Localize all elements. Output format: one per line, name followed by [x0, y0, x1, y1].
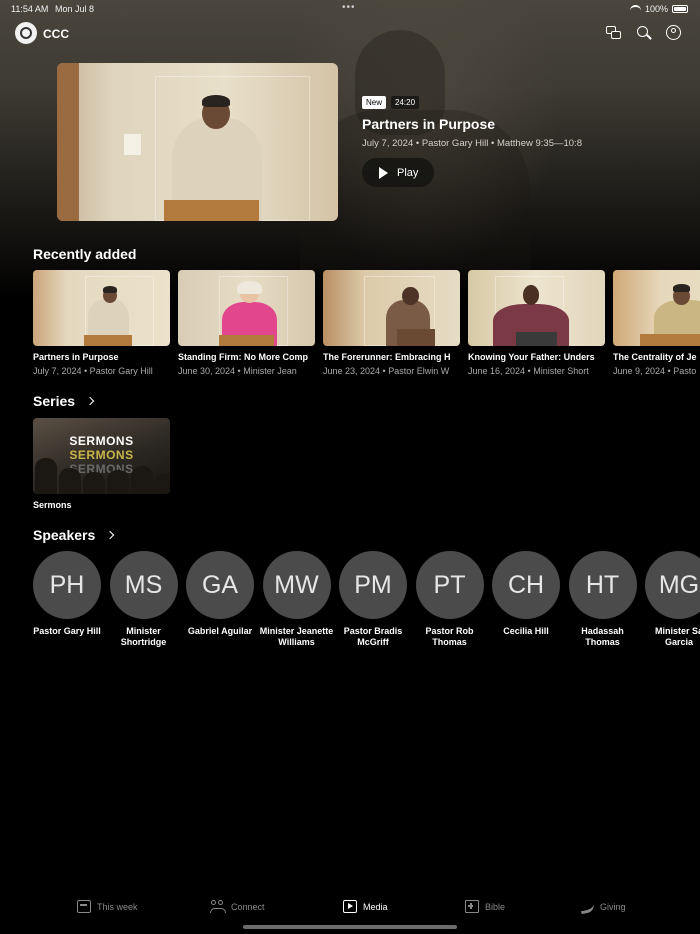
speaker-name: Minister Shortridge: [120, 626, 167, 647]
recent-video-card[interactable]: The Forerunner: Embracing H June 23, 202…: [323, 270, 460, 376]
video-title: The Centrality of Je: [613, 352, 697, 362]
avatar[interactable]: MW: [262, 551, 331, 619]
recent-video-card[interactable]: Knowing Your Father: Unders June 16, 202…: [468, 270, 605, 376]
video-thumbnail[interactable]: [468, 270, 605, 346]
people-icon: [210, 900, 226, 913]
new-badge: New: [362, 96, 387, 109]
tab-connect[interactable]: Connect: [210, 900, 265, 913]
featured-title[interactable]: Partners in Purpose: [362, 116, 495, 132]
video-meta: June 23, 2024 • Pastor Elwin W: [323, 366, 450, 376]
chat-icon[interactable]: [606, 25, 622, 41]
avatar[interactable]: PT: [415, 551, 484, 619]
speaker-name: Gabriel Aguilar: [187, 626, 253, 636]
chevron-right-icon: [85, 396, 95, 406]
speaker-item[interactable]: HT Hadassah Thomas: [568, 551, 637, 648]
status-time: 11:54 AM: [11, 4, 49, 14]
bible-icon: [465, 900, 479, 913]
video-meta: July 7, 2024 • Pastor Gary Hill: [33, 366, 153, 376]
recent-video-card[interactable]: Partners in Purpose July 7, 2024 • Pasto…: [33, 270, 170, 376]
speaker-item[interactable]: MG Minister Sa Garcia: [645, 551, 700, 648]
avatar[interactable]: MG: [645, 551, 700, 619]
app-title: CCC: [43, 27, 69, 41]
play-label: Play: [397, 166, 419, 179]
speakers-list: PH Pastor Gary Hill MS Minister Shortrid…: [33, 551, 700, 648]
video-meta: June 9, 2024 • Pasto: [613, 366, 697, 376]
video-title: Partners in Purpose: [33, 352, 119, 362]
speakers-heading[interactable]: Speakers: [33, 527, 115, 543]
speaker-name: Cecilia Hill: [503, 626, 549, 636]
tab-bible[interactable]: Bible: [465, 900, 505, 913]
series-artwork[interactable]: SERMONS SERMONS SERMONS: [33, 418, 170, 494]
speaker-item[interactable]: GA Gabriel Aguilar: [186, 551, 254, 648]
series-heading[interactable]: Series: [33, 393, 95, 409]
multitask-dots-icon[interactable]: •••: [342, 2, 356, 13]
speaker-item[interactable]: MW Minister Jeanette Williams: [260, 551, 333, 648]
recently-added-heading: Recently added: [33, 246, 137, 262]
video-title: The Forerunner: Embracing H: [323, 352, 451, 362]
tab-giving[interactable]: Giving: [578, 898, 626, 915]
tab-label: Giving: [600, 901, 626, 912]
speaker-item[interactable]: CH Cecilia Hill: [492, 551, 560, 648]
tab-label: This week: [97, 901, 138, 912]
church-logo-icon[interactable]: [15, 22, 37, 44]
speaker-name: Pastor Bradis McGriff: [343, 626, 403, 647]
media-icon: [343, 900, 357, 913]
video-title: Standing Firm: No More Comp: [178, 352, 308, 362]
speaker-item[interactable]: MS Minister Shortridge: [109, 551, 178, 648]
recently-added-list: Partners in Purpose July 7, 2024 • Pasto…: [33, 270, 700, 376]
tab-bar: This week Connect Media Bible Giving: [0, 890, 700, 924]
speaker-name: Hadassah Thomas: [581, 626, 624, 647]
avatar[interactable]: CH: [492, 551, 560, 619]
wifi-icon: [629, 5, 641, 13]
video-thumbnail[interactable]: [178, 270, 315, 346]
play-button[interactable]: Play: [362, 158, 434, 187]
video-thumbnail[interactable]: [323, 270, 460, 346]
video-thumbnail[interactable]: [613, 270, 700, 346]
series-art-word: SERMONS: [69, 434, 134, 448]
video-thumbnail[interactable]: [33, 270, 170, 346]
recent-video-card[interactable]: The Centrality of Je June 9, 2024 • Past…: [613, 270, 700, 376]
battery-icon: [672, 5, 688, 13]
avatar[interactable]: HT: [568, 551, 637, 619]
speaker-item[interactable]: PT Pastor Rob Thomas: [415, 551, 484, 648]
featured-meta: July 7, 2024 • Pastor Gary Hill • Matthe…: [362, 138, 582, 149]
battery-percent: 100%: [644, 4, 668, 14]
avatar[interactable]: MS: [109, 551, 178, 619]
tab-label: Media: [363, 901, 388, 912]
avatar[interactable]: PH: [33, 551, 101, 619]
profile-icon[interactable]: [666, 25, 682, 41]
speaker-name: Pastor Gary Hill: [33, 626, 101, 636]
status-date: Mon Jul 8: [55, 4, 95, 14]
tab-label: Bible: [485, 901, 506, 912]
avatar[interactable]: GA: [186, 551, 254, 619]
recent-video-card[interactable]: Standing Firm: No More Comp June 30, 202…: [178, 270, 315, 376]
calendar-icon: [77, 900, 91, 913]
home-indicator[interactable]: [243, 925, 457, 929]
speaker-name: Pastor Rob Thomas: [425, 626, 474, 647]
search-icon[interactable]: [636, 25, 652, 41]
video-title: Knowing Your Father: Unders: [468, 352, 595, 362]
speaker-item[interactable]: PM Pastor Bradis McGriff: [339, 551, 407, 648]
play-icon: [379, 166, 388, 179]
chevron-right-icon: [106, 530, 115, 540]
series-label: Sermons: [33, 500, 72, 510]
giving-icon: [578, 898, 596, 915]
featured-video-thumbnail[interactable]: [57, 63, 338, 221]
duration-badge: 24:20: [391, 96, 420, 109]
tab-label: Connect: [231, 901, 265, 912]
tab-media[interactable]: Media: [343, 900, 388, 913]
series-card[interactable]: SERMONS SERMONS SERMONS Sermons: [33, 418, 170, 510]
tab-this-week[interactable]: This week: [77, 900, 138, 913]
avatar[interactable]: PM: [339, 551, 407, 619]
speaker-name: Minister Jeanette Williams: [259, 626, 334, 647]
video-meta: June 30, 2024 • Minister Jean: [178, 366, 297, 376]
status-bar: 11:54 AM Mon Jul 8 ••• 100%: [0, 0, 700, 18]
speaker-item[interactable]: PH Pastor Gary Hill: [33, 551, 101, 648]
video-meta: June 16, 2024 • Minister Short: [468, 366, 589, 376]
speaker-name: Minister Sa Garcia: [654, 626, 700, 647]
